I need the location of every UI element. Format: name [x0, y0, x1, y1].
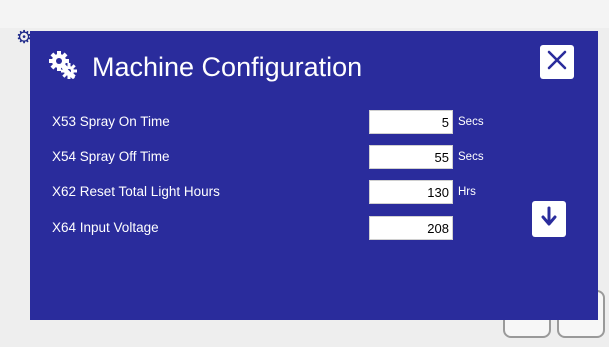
setting-row-spray-on-time: X53 Spray On Time 5 Secs — [52, 110, 512, 136]
setting-label: X62 Reset Total Light Hours — [52, 184, 220, 199]
setting-row-input-voltage: X64 Input Voltage 208 — [52, 216, 512, 242]
setting-row-spray-off-time: X54 Spray Off Time 55 Secs — [52, 145, 512, 171]
reset-total-light-hours-input[interactable]: 130 — [369, 180, 453, 204]
input-voltage-input[interactable]: 208 — [369, 216, 453, 240]
setting-row-reset-total-light-hours: X62 Reset Total Light Hours 130 Hrs — [52, 180, 512, 206]
close-icon — [546, 49, 568, 76]
close-button[interactable] — [540, 45, 574, 79]
setting-unit: Secs — [458, 151, 484, 163]
gears-icon — [48, 50, 78, 85]
machine-configuration-dialog: Machine Configuration X53 Spray On Time … — [30, 31, 598, 320]
setting-label: X64 Input Voltage — [52, 220, 159, 235]
setting-label: X54 Spray Off Time — [52, 149, 170, 164]
arrow-down-icon — [540, 206, 558, 233]
setting-unit: Hrs — [458, 186, 476, 198]
spray-off-time-input[interactable]: 55 — [369, 145, 453, 169]
dialog-header: Machine Configuration — [48, 45, 362, 89]
spray-on-time-input[interactable]: 5 — [369, 110, 453, 134]
setting-label: X53 Spray On Time — [52, 114, 170, 129]
dialog-title: Machine Configuration — [92, 51, 363, 82]
scroll-down-button[interactable] — [532, 201, 566, 237]
background-top-bar — [0, 0, 609, 28]
setting-unit: Secs — [458, 116, 484, 128]
